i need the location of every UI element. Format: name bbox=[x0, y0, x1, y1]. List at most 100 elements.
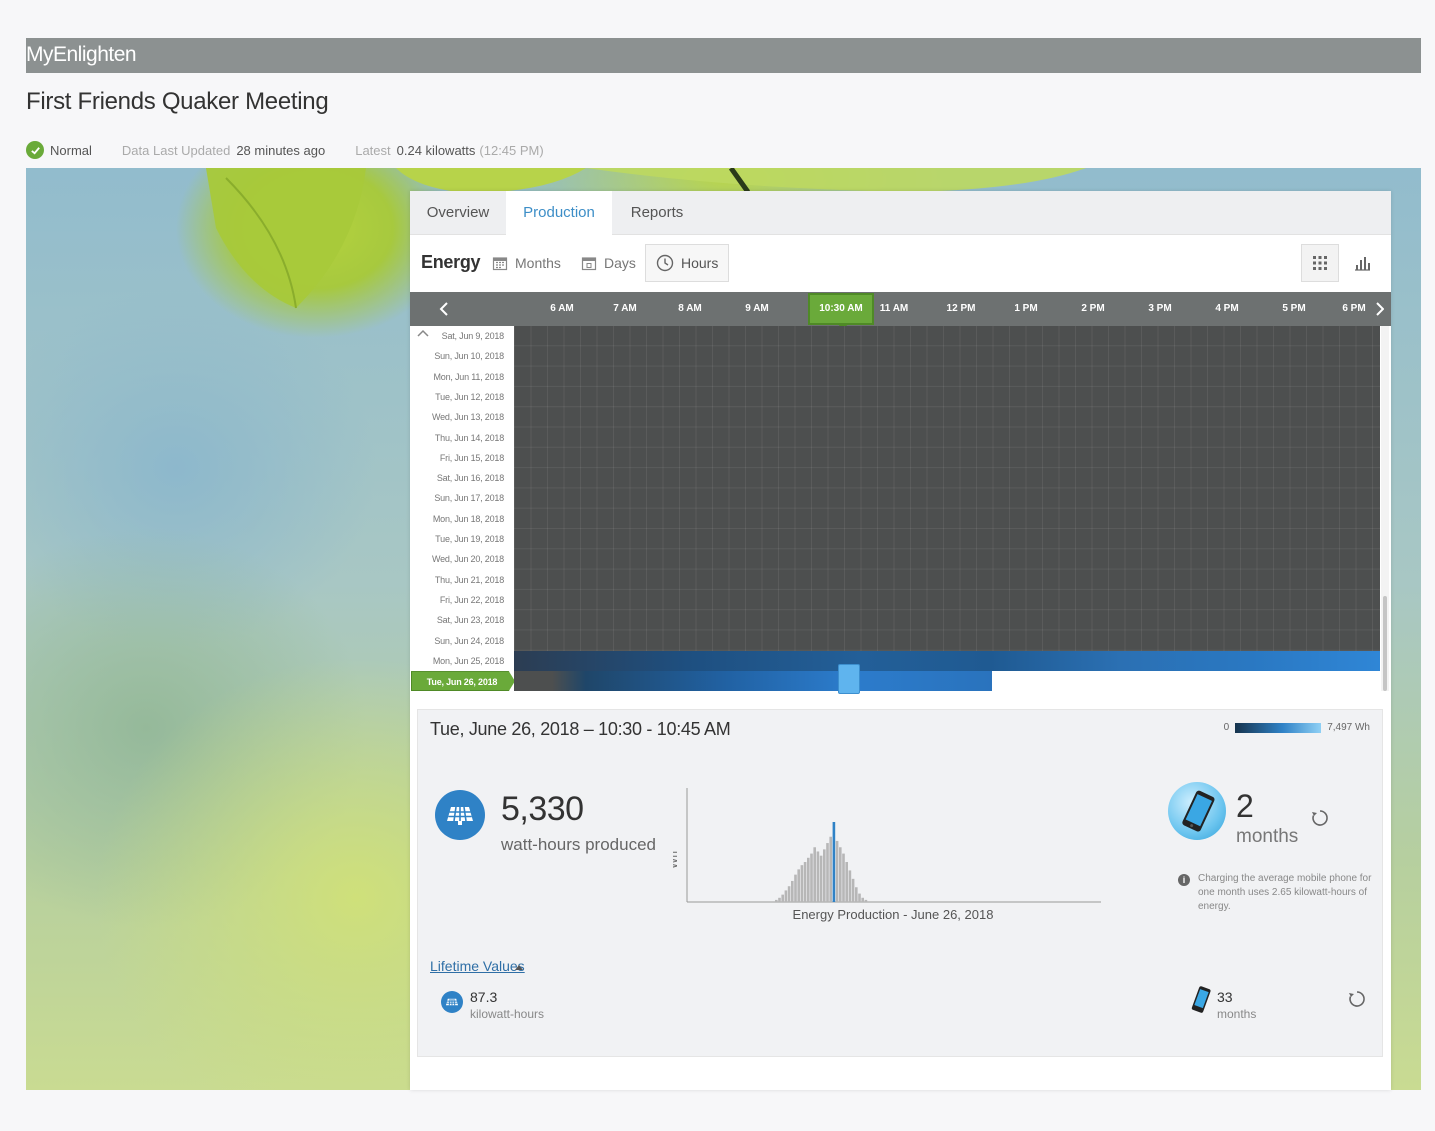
legend-gradient-bar bbox=[1235, 722, 1322, 733]
heatmap-scroll-thumb[interactable] bbox=[1383, 596, 1387, 691]
hour-label[interactable]: 1 PM bbox=[1001, 292, 1051, 326]
grid-icon bbox=[1313, 256, 1327, 270]
bar-chart-view-button[interactable] bbox=[1343, 244, 1381, 282]
day-row-label[interactable]: Mon, Jun 18, 2018 bbox=[410, 509, 506, 529]
produced-label: watt-hours produced bbox=[501, 835, 656, 854]
production-bar bbox=[864, 899, 868, 902]
heatmap-view-button[interactable] bbox=[1301, 244, 1339, 282]
chart-ylabel: Wh bbox=[673, 851, 680, 869]
hours-next-button[interactable] bbox=[1372, 292, 1388, 326]
day-row-label[interactable]: Thu, Jun 14, 2018 bbox=[410, 428, 506, 448]
day-row-label[interactable]: Tue, Jun 19, 2018 bbox=[410, 529, 506, 549]
lifetime-energy-unit: kilowatt-hours bbox=[470, 1007, 545, 1021]
hours-prev-button[interactable] bbox=[432, 292, 456, 326]
day-row-label[interactable]: Sat, Jun 16, 2018 bbox=[410, 468, 506, 488]
day-row-label[interactable]: Sun, Jun 17, 2018 bbox=[410, 488, 506, 508]
hour-label[interactable]: 9 AM bbox=[732, 292, 782, 326]
lifetime-values-link[interactable]: Lifetime Values bbox=[430, 958, 525, 974]
production-bar bbox=[858, 893, 861, 902]
day-row-label[interactable]: Thu, Jun 21, 2018 bbox=[410, 570, 506, 590]
day-row-label[interactable]: Wed, Jun 13, 2018 bbox=[410, 407, 506, 427]
tab-bar: Overview Production Reports bbox=[410, 191, 1391, 236]
tab-overview[interactable]: Overview bbox=[410, 191, 506, 235]
production-bar bbox=[835, 840, 839, 902]
day-row-label[interactable]: Wed, Jun 20, 2018 bbox=[410, 549, 506, 569]
refresh-icon[interactable] bbox=[1311, 808, 1329, 828]
heatmap-row-jun25[interactable] bbox=[514, 651, 1380, 671]
hour-label[interactable]: 5 PM bbox=[1269, 292, 1319, 326]
hour-label[interactable]: 6 PM bbox=[1332, 292, 1376, 326]
production-bar bbox=[775, 899, 778, 902]
production-bar bbox=[848, 870, 852, 902]
latest-value: 0.24 kilowatts bbox=[396, 142, 476, 158]
day-row-label[interactable]: Fri, Jun 15, 2018 bbox=[410, 448, 506, 468]
caret-up-icon[interactable] bbox=[515, 964, 523, 970]
months-label: Months bbox=[515, 255, 561, 271]
phone-illustration bbox=[1168, 782, 1226, 840]
site-title: First Friends Quaker Meeting bbox=[26, 88, 329, 115]
bar-chart-icon bbox=[1355, 257, 1370, 271]
tab-reports[interactable]: Reports bbox=[612, 191, 702, 235]
latest-label: Latest bbox=[355, 142, 391, 158]
days-label: Days bbox=[604, 255, 636, 271]
hour-label[interactable]: 6 AM bbox=[537, 292, 587, 326]
production-bar bbox=[829, 836, 832, 902]
lifetime-refresh-icon[interactable] bbox=[1348, 989, 1366, 1009]
months-button[interactable]: Months bbox=[492, 244, 561, 282]
production-bar bbox=[813, 847, 816, 902]
production-heatmap[interactable] bbox=[514, 326, 1380, 691]
production-bar bbox=[823, 849, 826, 902]
day-row-label[interactable]: Sat, Jun 9, 2018 bbox=[410, 326, 506, 346]
selected-hour[interactable]: 10:30 AM bbox=[808, 293, 874, 330]
production-bar bbox=[861, 897, 864, 902]
calendar-day-icon bbox=[581, 257, 597, 271]
status-line: Normal Data Last Updated 28 minutes ago … bbox=[26, 140, 544, 160]
production-bar bbox=[810, 853, 813, 902]
production-bar bbox=[784, 890, 788, 902]
color-scale-legend: 0 7,497 Wh bbox=[1224, 722, 1370, 733]
heatmap-row-jun26[interactable] bbox=[514, 671, 992, 691]
status-text: Normal bbox=[50, 142, 92, 158]
day-row-label[interactable]: Sun, Jun 24, 2018 bbox=[410, 631, 506, 651]
chevron-right-icon bbox=[1376, 302, 1384, 316]
production-bar bbox=[855, 887, 858, 902]
lifetime-solar-icon bbox=[441, 991, 463, 1013]
day-row-label[interactable]: Mon, Jun 25, 2018 bbox=[410, 651, 506, 671]
production-bar bbox=[845, 862, 848, 902]
lifetime-months-value: 33 bbox=[1217, 989, 1233, 1005]
hour-label[interactable]: 2 PM bbox=[1068, 292, 1118, 326]
produced-value: 5,330 bbox=[501, 790, 584, 828]
day-row-label[interactable]: Fri, Jun 22, 2018 bbox=[410, 590, 506, 610]
info-text: Charging the average mobile phone for on… bbox=[1198, 873, 1372, 912]
production-bar bbox=[819, 855, 823, 902]
info-note: i Charging the average mobile phone for … bbox=[1178, 872, 1378, 914]
legend-min: 0 bbox=[1223, 722, 1230, 733]
tab-production[interactable]: Production bbox=[506, 191, 612, 236]
day-row-label[interactable]: Mon, Jun 11, 2018 bbox=[410, 367, 506, 387]
production-bar bbox=[778, 897, 781, 902]
production-bar bbox=[781, 894, 784, 902]
hour-label[interactable]: 8 AM bbox=[665, 292, 715, 326]
day-row-label[interactable]: Sat, Jun 23, 2018 bbox=[410, 610, 506, 630]
hour-timeline: 6 AM 7 AM 8 AM 9 AM 10:30 AM 11 AM 12 PM… bbox=[410, 292, 1391, 330]
day-row-label[interactable]: Sun, Jun 10, 2018 bbox=[410, 346, 506, 366]
day-row-label[interactable]: Tue, Jun 12, 2018 bbox=[410, 387, 506, 407]
time-slider-handle[interactable] bbox=[838, 664, 860, 694]
hours-button[interactable]: Hours bbox=[645, 244, 730, 282]
interval-detail-panel: Tue, June 26, 2018 – 10:30 - 10:45 AM 0 … bbox=[417, 709, 1383, 1057]
hour-label[interactable]: 12 PM bbox=[936, 292, 986, 326]
selected-interval-bar bbox=[832, 822, 836, 902]
status-ok-icon bbox=[26, 141, 44, 159]
hour-label[interactable]: 4 PM bbox=[1202, 292, 1252, 326]
days-button[interactable]: Days bbox=[581, 244, 636, 282]
hour-label[interactable]: 11 AM bbox=[869, 292, 919, 326]
hour-label[interactable]: 3 PM bbox=[1135, 292, 1185, 326]
info-icon: i bbox=[1178, 874, 1190, 886]
hour-label[interactable]: 7 AM bbox=[600, 292, 650, 326]
production-bar bbox=[842, 853, 845, 902]
brand-logo[interactable]: MyEnlighten bbox=[26, 43, 137, 67]
clock-icon bbox=[656, 254, 674, 272]
updated-label: Data Last Updated bbox=[121, 142, 231, 158]
selected-day[interactable]: Tue, Jun 26, 2018 bbox=[411, 671, 515, 692]
lifetime-months-unit: months bbox=[1217, 1007, 1257, 1021]
